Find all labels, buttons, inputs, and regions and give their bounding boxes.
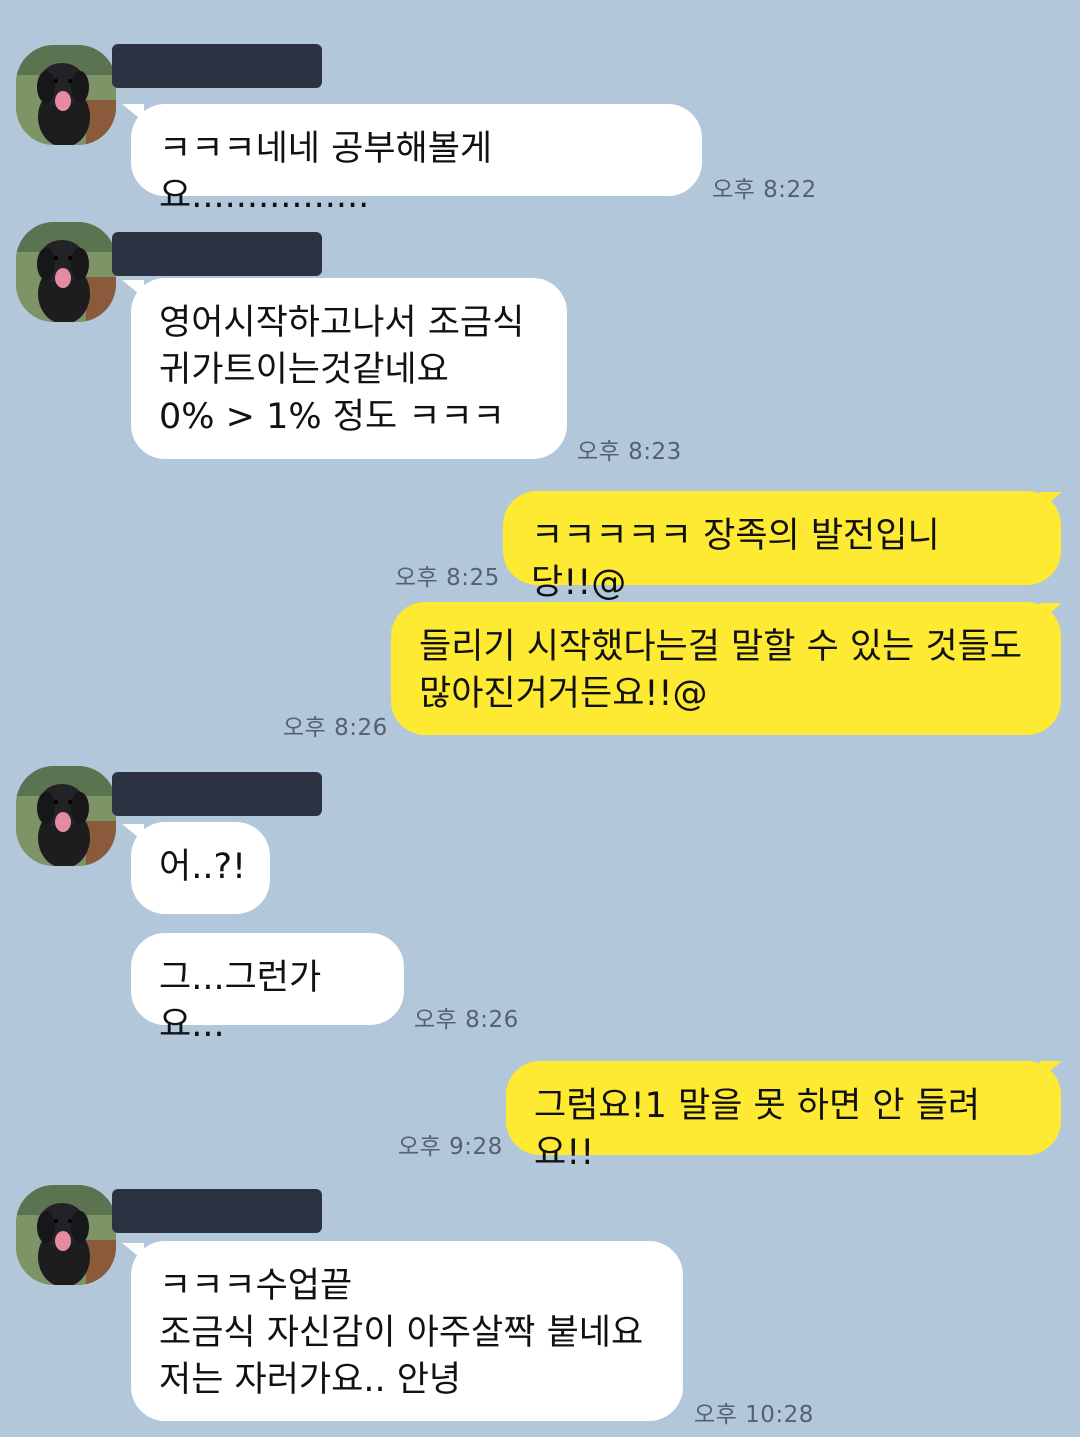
- message-timestamp-6: 오후 8:26: [414, 1007, 519, 1033]
- message-timestamp-1: 오후 8:22: [712, 177, 817, 203]
- message-bubble-5[interactable]: 어..?!: [131, 822, 270, 914]
- redacted-sender-name: [112, 44, 322, 88]
- profile-avatar-dog-icon[interactable]: [16, 1185, 116, 1285]
- message-timestamp-2: 오후 8:23: [577, 439, 682, 465]
- message-bubble-2[interactable]: 영어시작하고나서 조금식 귀가트이는것같네요 0% > 1% 정도 ㅋㅋㅋ: [131, 278, 567, 459]
- message-bubble-4[interactable]: 들리기 시작했다는걸 말할 수 있는 것들도 많아진거거든요!!@: [391, 602, 1061, 735]
- message-bubble-6[interactable]: 그...그런가요...: [131, 933, 404, 1045]
- message-timestamp-8: 오후 10:28: [694, 1402, 814, 1428]
- redacted-sender-name: [112, 1189, 322, 1233]
- redacted-sender-name: [112, 772, 322, 816]
- redacted-sender-name: [112, 232, 322, 276]
- chat-conversation[interactable]: ㅋㅋㅋ네네 공부해볼게요................ 오후 8:22 영어시…: [0, 0, 1080, 1437]
- profile-avatar-dog-icon[interactable]: [16, 766, 116, 866]
- message-bubble-7[interactable]: 그럼요!1 말을 못 하면 안 들려요!!: [506, 1061, 1061, 1173]
- message-bubble-3[interactable]: ㅋㅋㅋㅋㅋ 장족의 발전입니당!!@: [503, 491, 1061, 603]
- message-timestamp-7: 오후 9:28: [398, 1134, 503, 1160]
- message-timestamp-4: 오후 8:26: [283, 715, 388, 741]
- message-bubble-8[interactable]: ㅋㅋㅋ수업끝 조금식 자신감이 아주살짝 붙네요 저는 자러가요.. 안녕: [131, 1241, 683, 1421]
- message-bubble-1[interactable]: ㅋㅋㅋ네네 공부해볼게요................: [131, 104, 702, 216]
- message-timestamp-3: 오후 8:25: [395, 565, 500, 591]
- profile-avatar-dog-icon[interactable]: [16, 45, 116, 145]
- profile-avatar-dog-icon[interactable]: [16, 222, 116, 322]
